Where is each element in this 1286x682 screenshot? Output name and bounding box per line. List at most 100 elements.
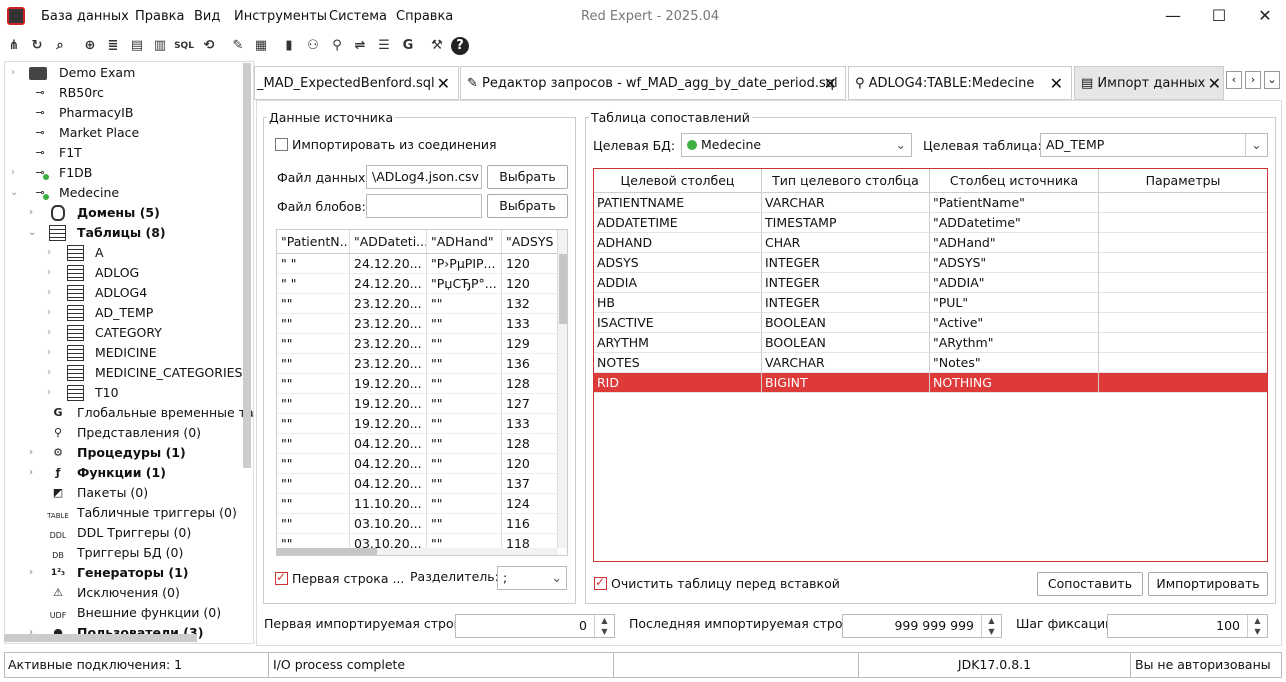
source-cell[interactable]: 19.12.20... bbox=[350, 394, 427, 414]
mapping-cell[interactable]: ADDIA bbox=[594, 273, 762, 293]
generator-icon[interactable]: G bbox=[398, 36, 418, 56]
source-cell[interactable]: 03.10.20... bbox=[350, 514, 427, 534]
close-tab-icon[interactable]: ✕ bbox=[1050, 67, 1063, 99]
source-cell[interactable]: "" bbox=[427, 434, 502, 454]
source-cell[interactable]: "" bbox=[277, 374, 350, 394]
tab-import-data[interactable]: ▤ Импорт данных ✕ bbox=[1074, 66, 1224, 100]
tree-item-table-ad-temp[interactable]: › AD_TEMP bbox=[5, 303, 245, 323]
source-cell[interactable]: 23.12.20... bbox=[350, 294, 427, 314]
database-list-icon[interactable]: ☰ bbox=[374, 36, 394, 56]
menu-view[interactable]: Вид bbox=[194, 9, 220, 24]
source-column-header[interactable]: "ADHand" bbox=[427, 230, 502, 254]
mapping-cell[interactable]: ADSYS bbox=[594, 253, 762, 273]
user-settings-icon[interactable]: ⚲ bbox=[327, 36, 347, 56]
mapping-cell[interactable]: "ADHand" bbox=[930, 233, 1099, 253]
mapping-cell[interactable]: PATIENTNAME bbox=[594, 193, 762, 213]
spinner-arrows-icon[interactable]: ▲ ▼ bbox=[594, 615, 614, 637]
choose-blob-file-button[interactable]: Выбрать bbox=[487, 194, 568, 218]
source-cell[interactable]: 23.12.20... bbox=[350, 334, 427, 354]
tree-item-table-a[interactable]: › A bbox=[5, 243, 245, 263]
tab-adlog4-table[interactable]: ⚲ ADLOG4:TABLE:Medecine ✕ bbox=[848, 66, 1072, 100]
mapping-cell[interactable]: VARCHAR bbox=[762, 353, 930, 373]
source-cell[interactable]: 04.12.20... bbox=[350, 434, 427, 454]
tree-item-table-category[interactable]: › CATEGORY bbox=[5, 323, 245, 343]
mapping-cell[interactable] bbox=[1099, 273, 1267, 293]
tree-item-table-t10[interactable]: › T10 bbox=[5, 383, 245, 403]
mapping-cell[interactable]: INTEGER bbox=[762, 293, 930, 313]
source-cell[interactable]: "" bbox=[277, 434, 350, 454]
tree-item-pharmacyib[interactable]: ⊸ PharmacyIB bbox=[5, 103, 245, 123]
clear-table-checkbox[interactable] bbox=[594, 575, 607, 590]
source-cell[interactable]: "" bbox=[427, 314, 502, 334]
tree-item-medecine[interactable]: ⌄ ⊸ Medecine bbox=[5, 183, 245, 203]
tree-item-f1db[interactable]: › ⊸ F1DB bbox=[5, 163, 245, 183]
source-cell[interactable]: 133 bbox=[502, 414, 558, 434]
mapping-cell[interactable] bbox=[1099, 333, 1267, 353]
source-cell[interactable]: "" bbox=[277, 474, 350, 494]
source-cell[interactable]: "" bbox=[427, 394, 502, 414]
source-cell[interactable]: "РџСЂР°... bbox=[427, 274, 502, 294]
source-cell[interactable]: "" bbox=[427, 374, 502, 394]
tree-item-procedures[interactable]: › ⚙ Процедуры (1) bbox=[5, 443, 245, 463]
source-cell[interactable]: 128 bbox=[502, 434, 558, 454]
tree-item-db-triggers[interactable]: DB Триггеры БД (0) bbox=[5, 543, 245, 563]
source-cell[interactable]: 129 bbox=[502, 334, 558, 354]
menu-database[interactable]: База данных bbox=[41, 9, 129, 24]
tree-item-global-temp-tables[interactable]: G Глобальные временные табл bbox=[5, 403, 253, 423]
close-window-button[interactable]: ✕ bbox=[1255, 6, 1275, 26]
source-cell[interactable]: 120 bbox=[502, 454, 558, 474]
source-column-header[interactable]: "PatientN... bbox=[277, 230, 350, 254]
mapping-cell[interactable]: "Active" bbox=[930, 313, 1099, 333]
database-add-icon[interactable]: ≣ bbox=[103, 36, 123, 56]
choose-data-file-button[interactable]: Выбрать bbox=[487, 165, 568, 189]
source-cell[interactable]: 04.12.20... bbox=[350, 454, 427, 474]
import-button[interactable]: Импортировать bbox=[1148, 572, 1268, 596]
mapping-cell[interactable] bbox=[1099, 213, 1267, 233]
data-file-input[interactable]: \ADLog4.json.csv bbox=[366, 165, 482, 189]
mapping-cell[interactable]: ARYTHM bbox=[594, 333, 762, 353]
minimize-button[interactable]: — bbox=[1163, 6, 1183, 26]
mapping-cell[interactable]: TIMESTAMP bbox=[762, 213, 930, 233]
tree-item-external-functions[interactable]: UDF Внешние функции (0) bbox=[5, 603, 245, 623]
new-connection-icon[interactable]: ⊕ bbox=[80, 36, 100, 56]
source-cell[interactable]: 04.12.20... bbox=[350, 474, 427, 494]
mapping-cell[interactable]: CHAR bbox=[762, 233, 930, 253]
source-cell[interactable]: "" bbox=[427, 334, 502, 354]
source-cell[interactable]: 124 bbox=[502, 494, 558, 514]
database-icon[interactable]: ▥ bbox=[150, 36, 170, 56]
tab-prev-button[interactable]: ‹ bbox=[1226, 71, 1242, 89]
target-table-select[interactable]: AD_TEMP ⌄ bbox=[1040, 133, 1268, 157]
disconnect-icon[interactable]: ⋔ bbox=[4, 36, 24, 56]
source-cell[interactable]: "" bbox=[427, 474, 502, 494]
mapping-column-header[interactable]: Целевой столбец bbox=[594, 169, 762, 193]
match-button[interactable]: Сопоставить bbox=[1037, 572, 1143, 596]
source-cell[interactable]: "" bbox=[277, 354, 350, 374]
source-column-header[interactable]: "ADDateti... bbox=[350, 230, 427, 254]
source-cell[interactable]: "" bbox=[277, 314, 350, 334]
close-tab-icon[interactable]: ✕ bbox=[1208, 67, 1221, 99]
mapping-cell[interactable]: "PUL" bbox=[930, 293, 1099, 313]
close-tab-icon[interactable]: ✕ bbox=[824, 67, 837, 99]
tree-item-packages[interactable]: ◩ Пакеты (0) bbox=[5, 483, 245, 503]
mapping-cell[interactable] bbox=[1099, 353, 1267, 373]
mapping-cell[interactable]: ADHAND bbox=[594, 233, 762, 253]
mapping-cell[interactable] bbox=[1099, 193, 1267, 213]
commit-step-input[interactable]: 100 ▲ ▼ bbox=[1107, 614, 1268, 638]
mapping-cell[interactable] bbox=[1099, 373, 1267, 393]
source-cell[interactable]: 19.12.20... bbox=[350, 374, 427, 394]
search-icon[interactable]: ⌕ bbox=[50, 36, 70, 56]
menu-edit[interactable]: Правка bbox=[135, 9, 184, 24]
mapping-cell[interactable]: RID bbox=[594, 373, 762, 393]
source-cell[interactable]: "" bbox=[427, 494, 502, 514]
source-cell[interactable]: "Р›РµРІР... bbox=[427, 254, 502, 274]
source-cell[interactable]: 128 bbox=[502, 374, 558, 394]
tree-item-tables[interactable]: ⌄ Таблицы (8) bbox=[5, 223, 245, 243]
reconnect-icon[interactable]: ↻ bbox=[27, 36, 47, 56]
close-tab-icon[interactable]: ✕ bbox=[437, 67, 450, 99]
tree-item-rb50rc[interactable]: ⊸ RB50rc bbox=[5, 83, 245, 103]
menu-help[interactable]: Справка bbox=[396, 9, 453, 24]
source-cell[interactable]: 11.10.20... bbox=[350, 494, 427, 514]
source-cell[interactable]: 24.12.20... bbox=[350, 274, 427, 294]
tree-item-table-adlog[interactable]: › ADLOG bbox=[5, 263, 245, 283]
mapping-cell[interactable]: "ADDIA" bbox=[930, 273, 1099, 293]
